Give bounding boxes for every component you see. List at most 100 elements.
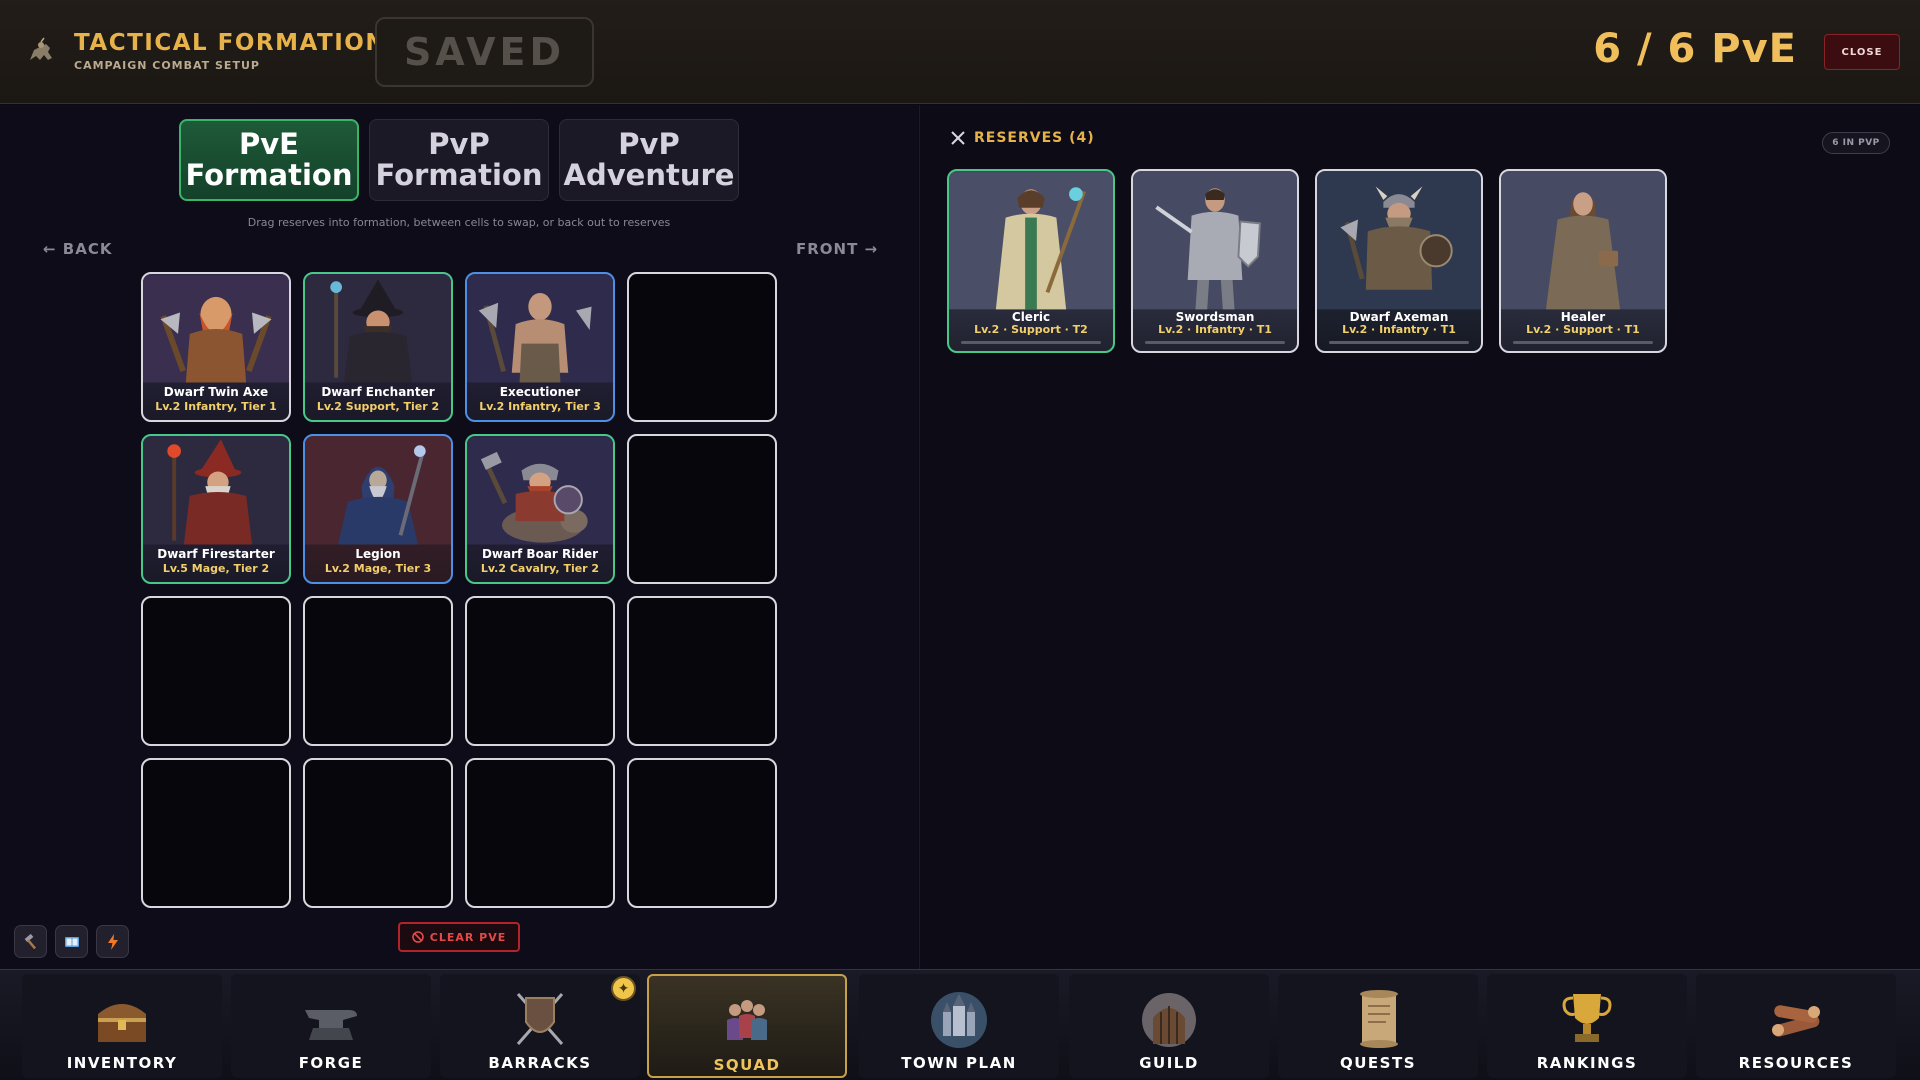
front-direction-label: FRONT → [796, 240, 879, 258]
unit-progress-bar [1145, 341, 1285, 344]
prohibit-icon [411, 931, 424, 943]
formation-cell-empty[interactable] [303, 596, 453, 746]
formation-cell-empty[interactable] [141, 596, 291, 746]
unit-name: Dwarf Firestarter [157, 547, 275, 561]
unit-meta: Lv.2 Cavalry, Tier 2 [480, 562, 600, 575]
tab-pve-formation[interactable]: PvE Formation [179, 119, 359, 201]
nav-inventory[interactable]: INVENTORY [22, 974, 222, 1078]
unit-name: Swordsman [1175, 310, 1255, 324]
shield-swords-icon [516, 993, 564, 1045]
reserve-unit-card[interactable]: Swordsman Lv.2 · Infantry · T1 [1131, 169, 1299, 353]
book-icon [64, 936, 79, 947]
nav-label: FORGE [298, 1054, 364, 1072]
back-direction-label: ← BACK [43, 240, 113, 258]
formation-cell-empty[interactable] [303, 758, 453, 908]
tab-label-line2: Adventure [563, 158, 735, 192]
page-subtitle: CAMPAIGN COMBAT SETUP [74, 59, 260, 72]
book-tool-button[interactable] [55, 925, 88, 958]
formation-count: 6 / 6 PvE [1593, 26, 1797, 72]
nav-resources[interactable]: RESOURCES [1696, 974, 1896, 1078]
unit-meta: Lv.2 Support, Tier 2 [316, 400, 440, 413]
unit-meta: Lv.2 · Support · T2 [974, 323, 1088, 336]
unit-name: Executioner [499, 385, 581, 399]
formation-panel [0, 105, 918, 969]
unit-meta: Lv.2 Infantry, Tier 1 [155, 400, 277, 413]
unit-meta: Lv.5 Mage, Tier 2 [162, 562, 270, 575]
clear-pve-button[interactable]: CLEAR PVE [398, 922, 520, 952]
nav-squad[interactable]: SQUAD [647, 974, 847, 1078]
pvp-count-chip: 6 IN PVP [1822, 132, 1890, 154]
nav-guild[interactable]: GUILD [1069, 974, 1269, 1078]
dwarf-twin-axe-portrait [143, 275, 289, 383]
nav-forge[interactable]: FORGE [231, 974, 431, 1078]
horse-rider-icon [30, 37, 52, 60]
unit-meta: Lv.2 Mage, Tier 3 [324, 562, 432, 575]
unit-progress-bar [1329, 341, 1469, 344]
nav-town-plan[interactable]: TOWN PLAN [859, 974, 1059, 1078]
dwarf-boar-rider-portrait [467, 437, 613, 545]
barracks-notification-badge: ✦ [611, 976, 636, 1001]
drag-hint: Drag reserves into formation, between ce… [247, 216, 671, 229]
tab-label-line1: PvE [239, 127, 299, 161]
legion-portrait [305, 437, 451, 545]
tab-label-line1: PvP [618, 127, 680, 161]
header-bar: TACTICAL FORMATION CAMPAIGN COMBAT SETUP… [0, 0, 1920, 104]
nav-label: SQUAD [713, 1056, 781, 1074]
hammer-tool-button[interactable] [14, 925, 47, 958]
lightning-tool-button[interactable] [96, 925, 129, 958]
formation-cell-empty[interactable] [465, 596, 615, 746]
swordsman-portrait [1133, 172, 1297, 310]
formation-cell-unit[interactable]: Executioner Lv.2 Infantry, Tier 3 [465, 272, 615, 422]
hammer-icon [24, 933, 36, 949]
formation-cell-empty[interactable] [627, 434, 777, 584]
treasure-chest-icon [98, 1004, 146, 1042]
tab-pvp-formation[interactable]: PvP Formation [369, 119, 549, 201]
saved-status-badge: SAVED [375, 17, 594, 87]
reserves-heading: RESERVES (4) [950, 130, 1095, 146]
formation-cell-unit[interactable]: Dwarf Enchanter Lv.2 Support, Tier 2 [303, 272, 453, 422]
formation-cell-empty[interactable] [627, 758, 777, 908]
trophy-icon [1562, 994, 1612, 1042]
unit-name: Dwarf Boar Rider [481, 547, 599, 561]
clear-pve-label: CLEAR PVE [429, 930, 507, 944]
nav-label: RESOURCES [1738, 1054, 1854, 1072]
reserve-unit-card[interactable]: Cleric Lv.2 · Support · T2 [947, 169, 1115, 353]
close-button[interactable]: CLOSE [1824, 34, 1900, 70]
tab-label-line2: Formation [185, 158, 353, 192]
reserves-title: RESERVES (4) [974, 130, 1095, 146]
executioner-portrait [467, 275, 613, 383]
reserve-unit-card[interactable]: Dwarf Axeman Lv.2 · Infantry · T1 [1315, 169, 1483, 353]
unit-meta: Lv.2 · Infantry · T1 [1342, 323, 1456, 336]
unit-meta: Lv.2 · Infantry · T1 [1158, 323, 1272, 336]
formation-cell-unit[interactable]: Dwarf Firestarter Lv.5 Mage, Tier 2 [141, 434, 291, 584]
nav-label: GUILD [1139, 1054, 1199, 1072]
lightning-icon [107, 933, 118, 950]
unit-name: Healer [1560, 310, 1606, 324]
tab-pvp-adventure[interactable]: PvP Adventure [559, 119, 739, 201]
unit-name: Dwarf Twin Axe [163, 385, 269, 399]
page-title: TACTICAL FORMATION [74, 30, 387, 56]
logs-icon [1772, 1005, 1820, 1037]
formation-cell-empty[interactable] [465, 758, 615, 908]
nav-rankings[interactable]: RANKINGS [1487, 974, 1687, 1078]
formation-cell-unit[interactable]: Dwarf Twin Axe Lv.2 Infantry, Tier 1 [141, 272, 291, 422]
dwarf-firestarter-portrait [143, 437, 289, 545]
nav-quests[interactable]: QUESTS [1278, 974, 1478, 1078]
formation-cell-empty[interactable] [141, 758, 291, 908]
unit-name: Dwarf Enchanter [321, 385, 435, 399]
nav-label: TOWN PLAN [901, 1054, 1017, 1072]
nav-label: INVENTORY [66, 1054, 178, 1072]
castle-icon [931, 992, 987, 1048]
formation-cell-empty[interactable] [627, 596, 777, 746]
formation-cell-unit[interactable]: Legion Lv.2 Mage, Tier 3 [303, 434, 453, 584]
dwarf-axeman-portrait [1317, 172, 1481, 310]
nav-label: QUESTS [1339, 1054, 1417, 1072]
anvil-icon [305, 1010, 357, 1040]
reserve-unit-card[interactable]: Healer Lv.2 · Support · T1 [1499, 169, 1667, 353]
nav-barracks[interactable]: BARRACKS [440, 974, 640, 1078]
nav-label: BARRACKS [488, 1054, 592, 1072]
formation-cell-empty[interactable] [627, 272, 777, 422]
gate-icon [1142, 993, 1196, 1047]
cleric-portrait [949, 172, 1113, 310]
formation-cell-unit[interactable]: Dwarf Boar Rider Lv.2 Cavalry, Tier 2 [465, 434, 615, 584]
